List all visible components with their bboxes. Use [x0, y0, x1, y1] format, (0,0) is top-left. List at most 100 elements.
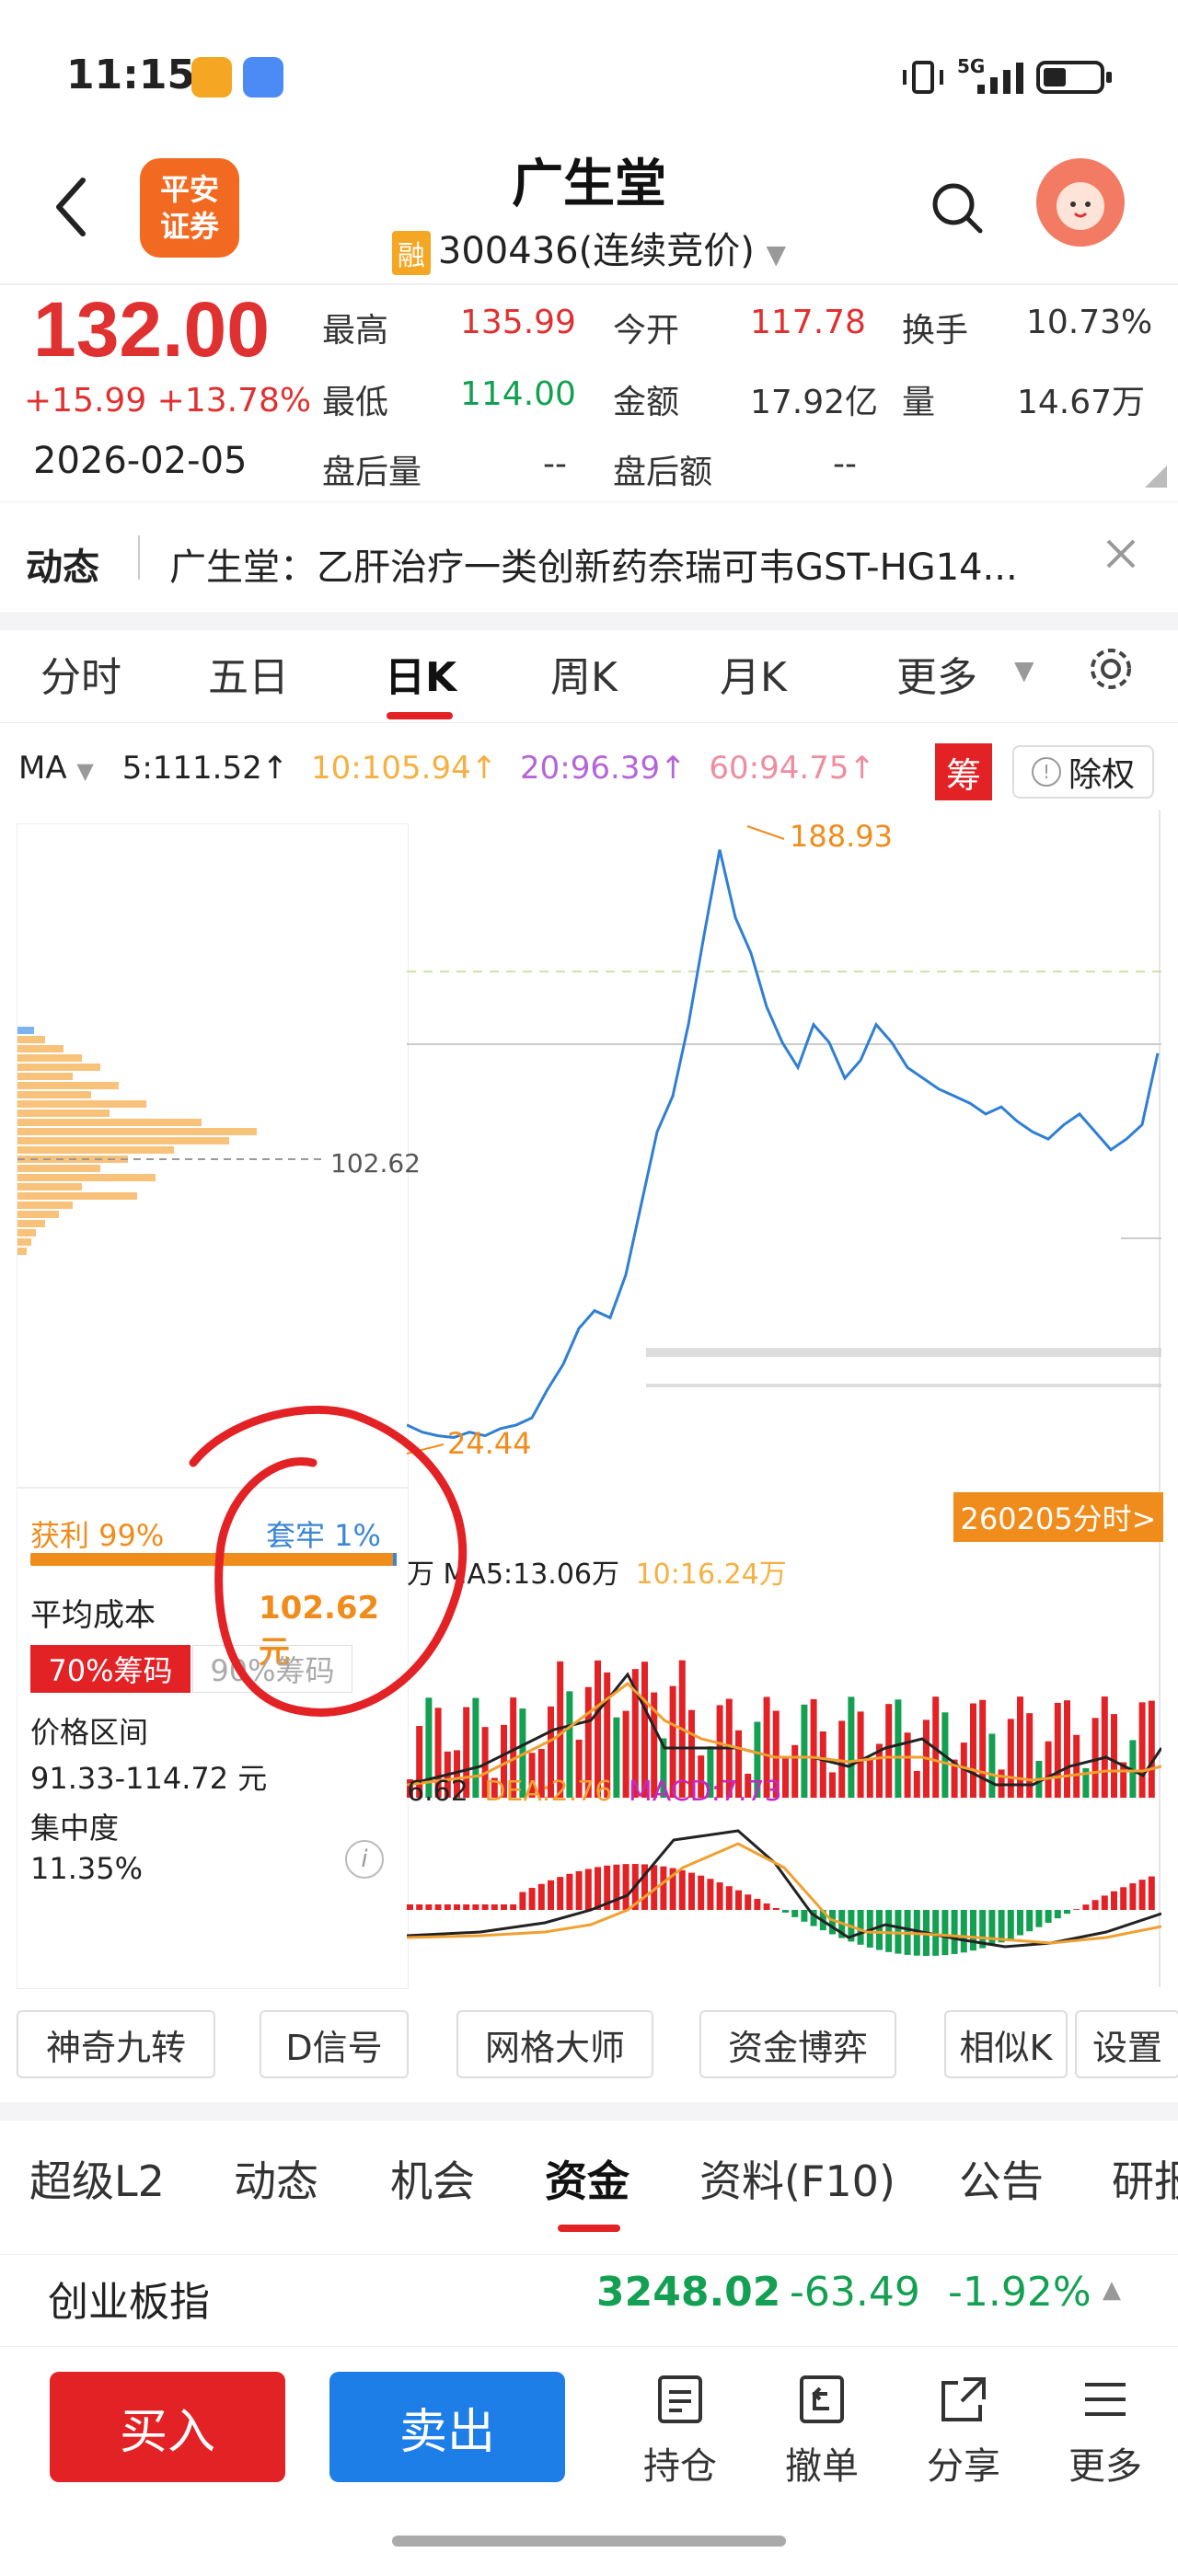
share-icon [941, 2377, 986, 2421]
tab-research[interactable]: 研报 [1112, 2148, 1178, 2209]
tab-daily-k[interactable]: 日K [385, 644, 456, 703]
macd-bar [1017, 1910, 1023, 1936]
macd-bar [745, 1894, 752, 1910]
volume-bar [895, 1699, 902, 1798]
holdings-button[interactable]: 持仓 [629, 2372, 731, 2490]
macd-bar [584, 1869, 592, 1910]
quote-date: 2026-02-05 [33, 440, 248, 482]
volume-ma10: 10:16.24万 [635, 1558, 787, 1591]
cancel-order-button[interactable]: 撤单 [771, 2372, 872, 2490]
tool-magic-nine[interactable]: 神奇九转 [17, 2010, 215, 2078]
chip70-button[interactable]: 70%筹码 [30, 1645, 191, 1693]
macd-bar [595, 1867, 601, 1910]
concentration-label: 集中度 [30, 1811, 120, 1846]
volume-bar [1101, 1696, 1108, 1798]
tab-more[interactable]: 更多 [896, 644, 977, 703]
volume-bar [829, 1772, 836, 1798]
macd-bar [407, 1904, 413, 1910]
battery-icon [1036, 61, 1112, 94]
index-name: 创业板指 [48, 2279, 210, 2326]
chip-badge[interactable]: 筹 [935, 743, 992, 800]
macd-bar [678, 1869, 686, 1910]
holdings-label: 持仓 [643, 2445, 717, 2488]
avatar[interactable] [1036, 158, 1125, 247]
tab-opportunities[interactable]: 机会 [390, 2148, 475, 2209]
expand-corner-icon[interactable] [1145, 466, 1167, 488]
stock-code-selector[interactable]: 融 300436(连续竞价) ▼ [0, 221, 1178, 275]
tab-weekly-k[interactable]: 周K [550, 644, 618, 703]
ma5-value: 5:111.52↑ [121, 750, 289, 787]
tool-grid-master[interactable]: 网格大师 [456, 2010, 653, 2078]
kline-chart[interactable]: 188.93 24.44 [407, 810, 1161, 1987]
macd-bar [1054, 1910, 1061, 1919]
tool-settings[interactable]: 设置 [1075, 2010, 1178, 2078]
macd-row: 6.62 DEA:2.76 MACD:7.73 [407, 1776, 782, 1808]
turnover-label: 换手 [902, 312, 969, 350]
search-icon[interactable] [930, 180, 985, 236]
cancel-order-label: 撤单 [785, 2445, 859, 2488]
volume-bar [1111, 1714, 1117, 1798]
message-notification-icon [243, 57, 283, 98]
more-button[interactable]: 更多 [1055, 2372, 1156, 2490]
macd-bar [1101, 1895, 1108, 1910]
volume-bar [988, 1733, 996, 1798]
tab-f10[interactable]: 资料(F10) [699, 2148, 895, 2209]
macd-bar [501, 1904, 507, 1910]
news-ticker[interactable]: 动态 广生堂：乙肝治疗一类创新药奈瑞可韦GST-HG14... [0, 501, 1178, 613]
index-ticker[interactable]: 创业板指 3248.02 -63.49 -1.92% ▲ [0, 2236, 1178, 2347]
macd-bar [454, 1904, 460, 1910]
macd-bar [941, 1910, 949, 1956]
macd-bar [688, 1872, 695, 1910]
macd-bar [1082, 1904, 1090, 1910]
macd-dif: 6.62 [407, 1776, 468, 1808]
after-volume-label: 盘后量 [322, 454, 422, 491]
sell-button[interactable]: 卖出 [329, 2372, 565, 2482]
macd-bar [510, 1904, 517, 1910]
macd-bar [1148, 1876, 1155, 1910]
info-icon[interactable]: i [345, 1840, 384, 1879]
high-value: 135.99 [460, 304, 576, 341]
gear-icon[interactable] [1086, 644, 1136, 694]
share-button[interactable]: 分享 [913, 2372, 1014, 2490]
close-icon[interactable] [1103, 535, 1139, 572]
macd-bar [1138, 1880, 1146, 1910]
index-pct: -1.92% [948, 2269, 1091, 2316]
concentration-value: 11.35% [30, 1851, 144, 1886]
macd-bar [416, 1904, 423, 1910]
volume-bar [1138, 1702, 1146, 1798]
macd-bar [622, 1864, 629, 1910]
tab-announcements[interactable]: 公告 [959, 2148, 1044, 2209]
macd-bar [481, 1904, 489, 1910]
low-label: 最低 [322, 384, 389, 421]
tab-super-l2[interactable]: 超级L2 [29, 2148, 165, 2209]
ma-selector[interactable]: MA ▼ [18, 750, 94, 787]
news-divider [138, 535, 140, 580]
intraday-button[interactable]: 260205分时> [953, 1492, 1163, 1542]
document-icon [658, 2375, 702, 2423]
macd-bar [548, 1880, 554, 1910]
tool-d-signal[interactable]: D信号 [260, 2010, 409, 2078]
tab-capital[interactable]: 资金 [545, 2148, 629, 2209]
volume-bar [1017, 1696, 1023, 1798]
tab-five-day[interactable]: 五日 [208, 644, 289, 703]
tool-similar-k[interactable]: 相似K [944, 2010, 1068, 2078]
macd-bar [754, 1899, 761, 1910]
volume-bar [913, 1770, 920, 1798]
volume-bar [791, 1744, 799, 1798]
after-volume-value: -- [543, 445, 567, 483]
tab-intraday[interactable]: 分时 [40, 644, 121, 703]
macd-bar [1007, 1910, 1014, 1939]
tab-monthly-k[interactable]: 月K [720, 644, 787, 703]
buy-button[interactable]: 买入 [50, 2372, 285, 2482]
macd-bar [725, 1886, 733, 1910]
exright-button[interactable]: ! 除权 [1012, 745, 1154, 799]
tab-dynamics[interactable]: 动态 [234, 2148, 318, 2209]
volume-label: 量 [902, 384, 936, 421]
tool-capital-game[interactable]: 资金博弈 [699, 2010, 896, 2078]
volume-bar [819, 1731, 826, 1798]
margin-badge: 融 [391, 231, 431, 275]
macd-bar [970, 1910, 976, 1951]
chart-high-label: 188.93 [790, 819, 893, 854]
stock-code: 300436(连续竞价) [437, 230, 755, 272]
macd-bar [660, 1866, 667, 1910]
